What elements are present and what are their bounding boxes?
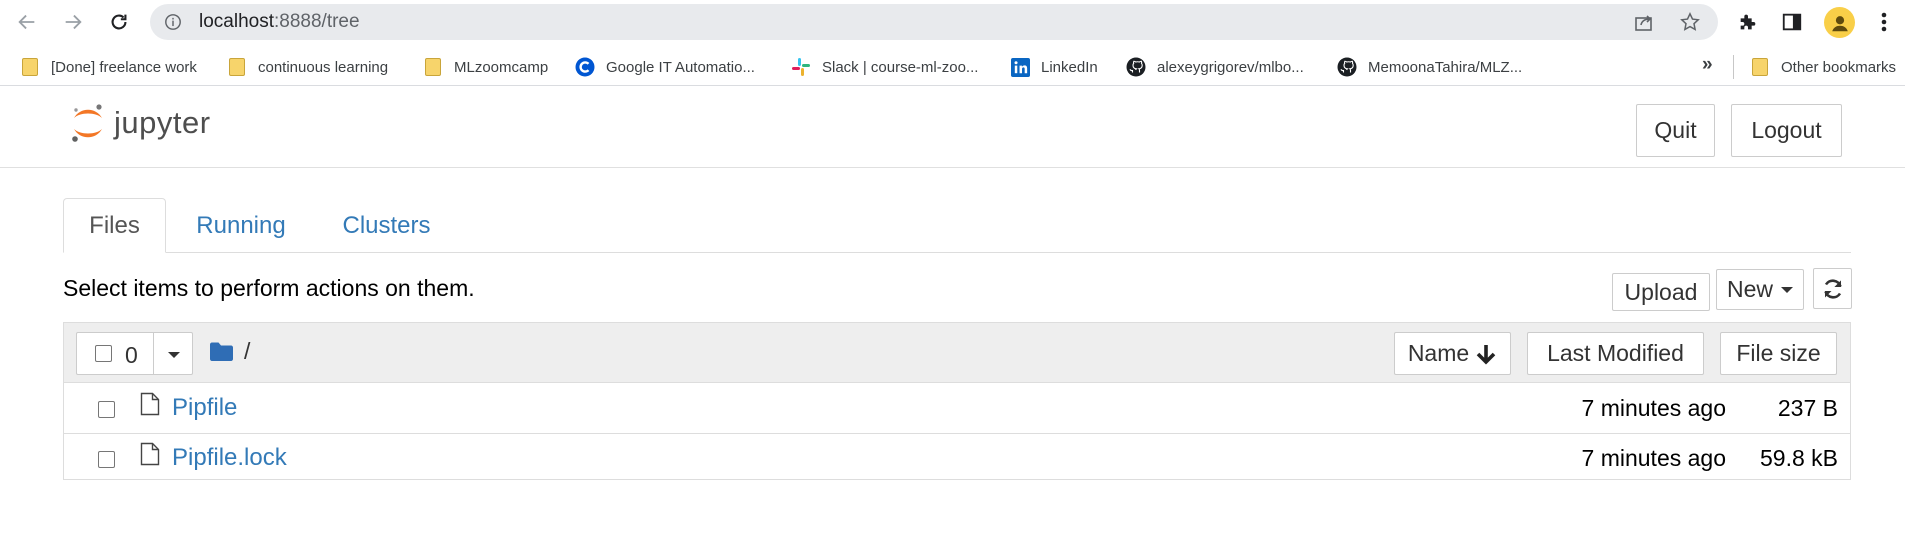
bookmark-label: alexeygrigorev/mlbo... — [1157, 58, 1304, 76]
file-modified: 7 minutes ago — [1581, 395, 1726, 421]
bookmark-item[interactable]: Google IT Automatio... — [575, 48, 755, 86]
kebab-menu-icon — [1881, 12, 1887, 32]
back-button[interactable] — [13, 8, 41, 36]
file-icon — [140, 392, 160, 416]
browser-menu-button[interactable] — [1872, 10, 1896, 34]
new-label: New — [1726, 276, 1773, 302]
bookmark-label: MLzoomcamp — [454, 58, 549, 76]
bookmark-label: continuous learning — [258, 58, 389, 76]
reload-icon — [111, 14, 127, 30]
jupyter-header: jupyter Quit Logout — [0, 87, 1905, 168]
share-icon[interactable] — [1634, 12, 1654, 32]
tab-running[interactable]: Running — [180, 198, 302, 253]
bookmark-item[interactable]: LinkedIn — [1010, 48, 1098, 86]
bookmark-label: Slack | course-ml-zoo... — [822, 58, 979, 76]
arrow-right-icon — [65, 14, 82, 30]
star-icon[interactable] — [1680, 12, 1700, 32]
sort-by-size-button[interactable]: File size — [1720, 332, 1837, 375]
bookmark-item[interactable]: continuous learning — [227, 48, 388, 86]
file-size: 59.8 kB — [1760, 445, 1838, 471]
more-bookmarks-button[interactable]: » — [1702, 54, 1713, 76]
bookmark-item[interactable]: Slack | course-ml-zoo... — [791, 48, 978, 86]
bookmark-label: [Done] freelance work — [51, 58, 197, 76]
bookmark-item[interactable]: MemoonaTahira/MLZ... — [1337, 48, 1522, 86]
profile-avatar[interactable] — [1824, 7, 1855, 38]
sort-by-modified-button[interactable]: Last Modified — [1527, 332, 1704, 375]
file-list: 0 / Name Last Modified File size Pipfile… — [63, 322, 1851, 480]
file-name-link[interactable]: Pipfile.lock — [172, 444, 287, 472]
folder-icon — [1750, 57, 1770, 77]
bookmark-item[interactable]: alexeygrigorev/mlbo... — [1126, 48, 1304, 86]
person-icon — [1831, 15, 1848, 31]
bookmark-item[interactable]: MLzoomcamp — [423, 48, 548, 86]
folder-icon — [210, 342, 233, 361]
url-text[interactable]: localhost:8888/tree — [199, 4, 360, 40]
bookmarks-bar: [Done] freelance work continuous learnin… — [0, 48, 1905, 86]
file-icon — [140, 442, 160, 466]
reload-button[interactable] — [105, 8, 133, 36]
side-panel-button[interactable] — [1780, 10, 1804, 34]
bookmark-label: MemoonaTahira/MLZ... — [1368, 58, 1523, 76]
folder-icon — [423, 57, 443, 77]
arrow-left-icon — [18, 14, 35, 30]
table-row[interactable]: Pipfile.lock 7 minutes ago 59.8 kB — [64, 433, 1850, 482]
bookmarks-divider — [1733, 55, 1734, 79]
selection-message: Select items to perform actions on them. — [63, 275, 475, 301]
sort-by-name-button[interactable]: Name — [1394, 332, 1511, 375]
browser-toolbar: localhost:8888/tree — [0, 0, 1905, 44]
caret-down-icon — [1781, 286, 1793, 293]
select-all-group[interactable]: 0 — [76, 332, 193, 375]
file-size: 237 B — [1777, 395, 1838, 421]
folder-icon — [227, 57, 247, 77]
jupyter-logo[interactable]: jupyter — [70, 101, 211, 145]
jupyter-logo-text: jupyter — [114, 105, 211, 140]
group-divider — [153, 333, 154, 374]
select-all-checkbox[interactable] — [95, 345, 112, 362]
info-icon[interactable] — [164, 13, 182, 31]
row-checkbox[interactable] — [98, 401, 115, 418]
address-bar[interactable]: localhost:8888/tree — [150, 4, 1718, 40]
other-bookmarks[interactable]: Other bookmarks — [1750, 48, 1896, 86]
arrow-down-icon — [1476, 344, 1496, 365]
logout-button[interactable]: Logout — [1731, 104, 1842, 157]
tab-files[interactable]: Files — [63, 198, 166, 253]
bookmark-item[interactable]: [Done] freelance work — [20, 48, 197, 86]
url-host: localhost — [199, 11, 274, 32]
file-modified: 7 minutes ago — [1581, 445, 1726, 471]
file-list-header: 0 / Name Last Modified File size — [64, 323, 1850, 383]
forward-button[interactable] — [59, 8, 87, 36]
other-bookmarks-label: Other bookmarks — [1781, 58, 1897, 76]
tab-clusters[interactable]: Clusters — [330, 198, 443, 253]
caret-down-icon[interactable] — [168, 352, 180, 358]
linkedin-icon — [1010, 57, 1030, 77]
jupyter-logo-icon — [72, 104, 102, 142]
puzzle-icon — [1740, 14, 1756, 30]
table-row[interactable]: Pipfile 7 minutes ago 237 B — [64, 384, 1850, 433]
refresh-button[interactable] — [1813, 268, 1852, 309]
folder-icon — [20, 57, 40, 77]
github-icon — [1337, 57, 1357, 77]
bookmark-label: Google IT Automatio... — [606, 58, 755, 76]
quit-button[interactable]: Quit — [1636, 104, 1715, 157]
breadcrumb[interactable]: / — [209, 338, 250, 365]
coursera-icon — [575, 57, 595, 77]
slack-icon — [791, 57, 811, 77]
side-panel-icon — [1782, 13, 1802, 31]
bookmark-label: LinkedIn — [1041, 58, 1098, 76]
new-dropdown-button[interactable]: New — [1716, 269, 1804, 310]
url-path: :8888/tree — [274, 11, 360, 32]
upload-button[interactable]: Upload — [1612, 273, 1710, 311]
file-name-link[interactable]: Pipfile — [172, 394, 237, 422]
name-column-label: Name — [1407, 340, 1470, 366]
selected-count: 0 — [125, 342, 138, 368]
refresh-icon — [1823, 278, 1842, 299]
extensions-button[interactable] — [1736, 10, 1760, 34]
last-modified-column-label: Last Modified — [1547, 340, 1684, 366]
row-checkbox[interactable] — [98, 451, 115, 468]
github-icon — [1126, 57, 1146, 77]
file-size-column-label: File size — [1736, 340, 1821, 366]
breadcrumb-root[interactable]: / — [244, 338, 250, 365]
